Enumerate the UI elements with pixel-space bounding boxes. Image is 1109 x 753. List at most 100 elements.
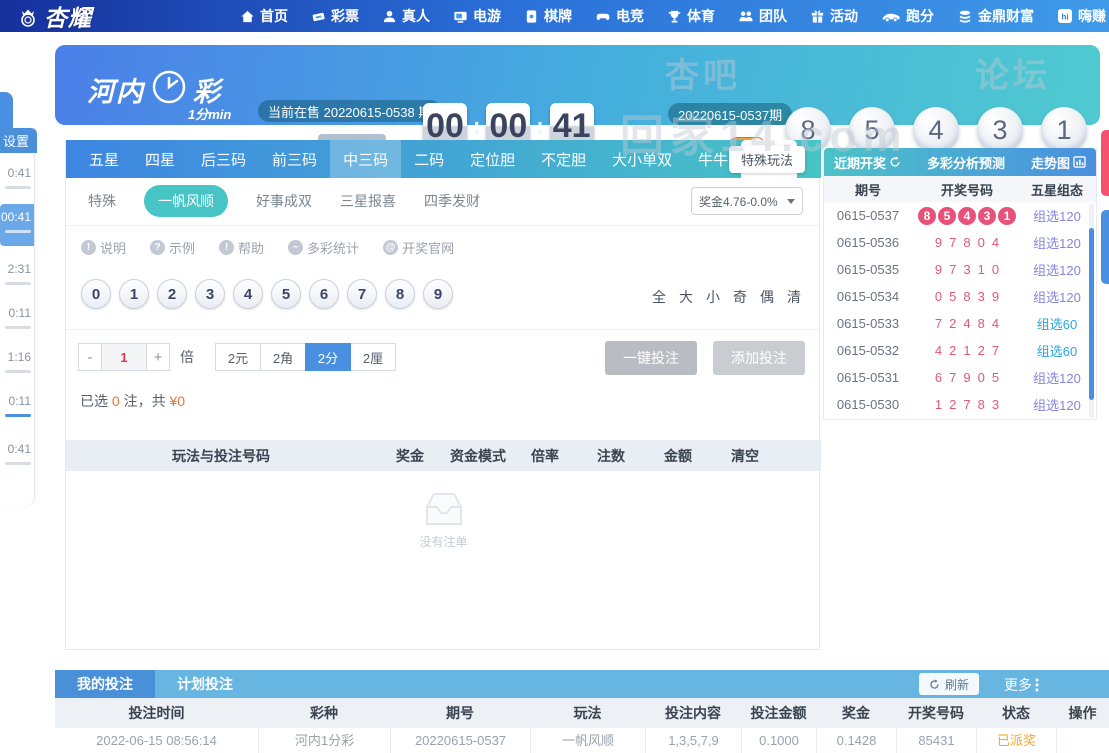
empty-text: 没有注单 <box>419 535 468 549</box>
unit-jiao[interactable]: 2角 <box>260 343 306 371</box>
number-ball-1[interactable]: 1 <box>119 279 149 309</box>
unit-yuan[interactable]: 2元 <box>215 343 261 371</box>
countdown-progress-bar <box>5 282 31 285</box>
sidebar-lottery-item[interactable]: 0:11 <box>0 300 34 342</box>
nav-item-sports[interactable]: 体育 <box>667 6 715 26</box>
link-shuoming[interactable]: ! 说明 <box>81 238 126 257</box>
unit-selector: 2元 2角 2分 2厘 <box>215 343 396 371</box>
bet-amount: 0.1000 <box>741 728 816 753</box>
subtab-teshu[interactable]: 特殊 <box>88 191 116 211</box>
edge-floating-tab-blue[interactable] <box>1101 210 1109 284</box>
number-ball-0[interactable]: 0 <box>81 279 111 309</box>
subtab-haoshichengshuang[interactable]: 好事成双 <box>256 191 312 211</box>
number-ball-2[interactable]: 2 <box>157 279 187 309</box>
ticket-icon <box>311 9 326 24</box>
tab-wuxing[interactable]: 五星 <box>76 140 132 178</box>
number-ball-3[interactable]: 3 <box>195 279 225 309</box>
edge-floating-tab-pink[interactable] <box>1101 130 1109 196</box>
nav-item-activity[interactable]: 活动 <box>810 6 858 26</box>
sidebar-lottery-item-active[interactable]: 00:41 <box>0 204 34 246</box>
divider <box>66 329 821 330</box>
combo-type-link[interactable]: 组选120 <box>1022 260 1092 279</box>
link-shili[interactable]: ? 示例 <box>150 238 195 257</box>
scrollbar-thumb[interactable] <box>1089 228 1094 400</box>
tab-my-bets[interactable]: 我的投注 <box>55 670 155 698</box>
number-ball-7[interactable]: 7 <box>347 279 377 309</box>
link-duocaitongji[interactable]: ~ 多彩统计 <box>288 238 359 257</box>
refresh-button[interactable]: 刷新 <box>918 673 979 695</box>
tab-housanma[interactable]: 后三码 <box>188 140 259 178</box>
site-logo[interactable]: 杏耀 <box>16 0 92 33</box>
hi-icon: hi <box>1057 8 1073 24</box>
number-ball-8[interactable]: 8 <box>385 279 415 309</box>
result-row: 0615-0533 72484 组选60 <box>824 310 1096 337</box>
countdown-progress-bar <box>5 462 31 465</box>
special-play-button[interactable]: 特殊玩法 <box>728 146 805 173</box>
nav-item-jinding[interactable]: 金鼎财富 <box>957 6 1034 26</box>
bet-action <box>1056 728 1109 753</box>
tab-budingdan[interactable]: 不定胆 <box>528 140 599 178</box>
tab-qiansanma[interactable]: 前三码 <box>259 140 330 178</box>
play-type-tabbar: 五星 四星 后三码 前三码 中三码 二码 定位胆 不定胆 大小单双 牛牛 趣味 <box>66 140 821 178</box>
unit-fen[interactable]: 2分 <box>305 343 351 371</box>
number-ball-4[interactable]: 4 <box>233 279 263 309</box>
sidebar-lottery-item[interactable]: 2:31 <box>0 256 34 298</box>
quick-all[interactable]: 全 <box>652 287 666 307</box>
nav-item-boardgames[interactable]: 棋牌 <box>524 6 572 26</box>
sidebar-settings-button[interactable]: 设置 <box>0 128 37 153</box>
person-icon <box>382 9 397 24</box>
quick-even[interactable]: 偶 <box>760 287 774 307</box>
more-button[interactable]: 更多 <box>1004 675 1039 695</box>
link-kaijiangguanwang[interactable]: @ 开奖官网 <box>383 238 454 257</box>
subtab-yifanfengshun[interactable]: 一帆风顺 <box>144 185 228 217</box>
combo-type-link[interactable]: 组选60 <box>1022 341 1092 360</box>
number-ball-6[interactable]: 6 <box>309 279 339 309</box>
quick-small[interactable]: 小 <box>706 287 720 307</box>
tab-plan-bets[interactable]: 计划投注 <box>155 670 255 698</box>
tab-analysis-forecast[interactable]: 多彩分析预测 <box>927 153 1005 172</box>
multiplier-plus-button[interactable]: + <box>146 343 170 371</box>
tab-trend-chart[interactable]: 走势图 <box>1031 153 1086 172</box>
sidebar-lottery-item[interactable]: 1:16 <box>0 344 34 386</box>
number-ball-5[interactable]: 5 <box>271 279 301 309</box>
nav-item-paofen[interactable]: 跑分 <box>881 6 934 26</box>
combo-type-link[interactable]: 组选60 <box>1022 314 1092 333</box>
number-ball-9[interactable]: 9 <box>423 279 453 309</box>
combo-type-link[interactable]: 组选120 <box>1022 206 1092 225</box>
nav-item-team[interactable]: 团队 <box>738 6 787 26</box>
tab-sixing[interactable]: 四星 <box>132 140 188 178</box>
nav-item-egames[interactable]: 电游 <box>453 6 501 26</box>
lottery-list-sidebar: 设置 0:41 00:41 2:31 0:11 1:16 0:11 0:41 <box>0 128 37 506</box>
combo-type-link[interactable]: 组选120 <box>1022 395 1092 414</box>
quick-big[interactable]: 大 <box>679 287 693 307</box>
sidebar-lottery-item[interactable]: 0:11 <box>0 388 34 430</box>
one-key-bet-button[interactable]: 一键投注 <box>605 341 697 375</box>
bonus-rate-select[interactable]: 奖金4.76-0.0% <box>691 187 803 215</box>
tab-recent-draws[interactable]: 近期开奖 <box>834 153 901 172</box>
nav-item-lottery[interactable]: 彩票 <box>311 6 359 26</box>
combo-type-link[interactable]: 组选120 <box>1022 287 1092 306</box>
bet-content: 1,3,5,7,9 <box>645 728 741 753</box>
nav-item-esports[interactable]: 电竞 <box>595 6 644 26</box>
multiplier-minus-button[interactable]: - <box>78 343 102 371</box>
subtab-sanxingbaoxi[interactable]: 三星报喜 <box>340 191 396 211</box>
quick-odd[interactable]: 奇 <box>733 287 747 307</box>
tab-erma[interactable]: 二码 <box>401 140 457 178</box>
current-sale-label: 当前在售 20220615-0538 期 <box>258 100 442 122</box>
multiplier-input[interactable] <box>102 343 146 371</box>
tab-zhongsanma[interactable]: 中三码 <box>330 140 402 178</box>
link-bangzhu[interactable]: ! 帮助 <box>219 238 264 257</box>
sidebar-lottery-item[interactable]: 0:41 <box>0 160 34 202</box>
tab-daxiaodanshuang[interactable]: 大小单双 <box>599 140 685 178</box>
nav-item-live[interactable]: 真人 <box>382 6 430 26</box>
nav-item-hi[interactable]: hi 嗨赚 <box>1057 6 1106 26</box>
combo-type-link[interactable]: 组选120 <box>1022 233 1092 252</box>
unit-li[interactable]: 2厘 <box>350 343 396 371</box>
sidebar-lottery-item[interactable]: 0:41 <box>0 436 34 478</box>
nav-item-home[interactable]: 首页 <box>240 6 288 26</box>
quick-clear[interactable]: 清 <box>787 287 801 307</box>
add-bet-button[interactable]: 添加投注 <box>713 341 805 375</box>
subtab-sijifacai[interactable]: 四季发财 <box>424 191 480 211</box>
combo-type-link[interactable]: 组选120 <box>1022 368 1092 387</box>
tab-dingweidan[interactable]: 定位胆 <box>457 140 528 178</box>
